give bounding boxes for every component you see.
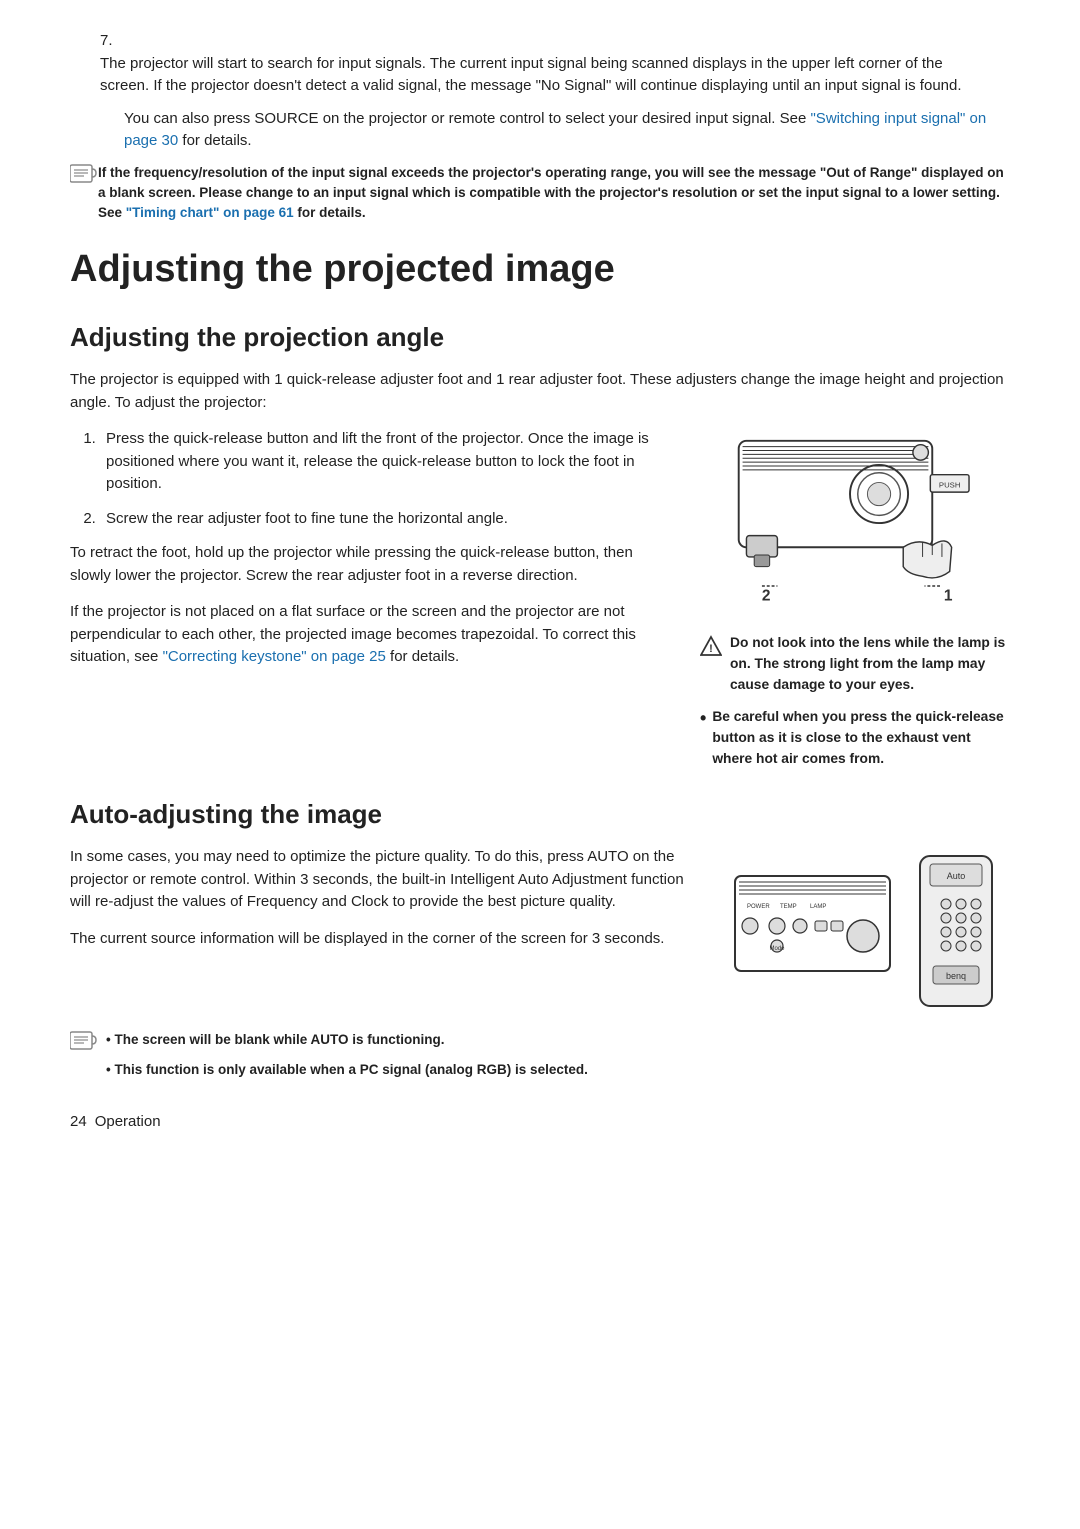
- page-number: 24: [70, 1111, 87, 1134]
- bullet-dot-1: •: [700, 709, 706, 727]
- section2-content: In some cases, you may need to optimize …: [70, 846, 1010, 1016]
- section1-right: PUSH 2 1 !: [700, 428, 1010, 781]
- section2-title: Auto-adjusting the image: [70, 795, 1010, 834]
- section1-left: Press the quick-release button and lift …: [70, 428, 676, 781]
- warning-triangle-icon-1: !: [700, 635, 722, 657]
- steps-list: Press the quick-release button and lift …: [100, 428, 676, 530]
- svg-text:1: 1: [944, 588, 953, 605]
- svg-text:PUSH: PUSH: [939, 481, 961, 490]
- warning-note-box: If the frequency/resolution of the input…: [70, 163, 1010, 224]
- retract-para: To retract the foot, hold up the project…: [70, 542, 676, 587]
- page-title: Adjusting the projected image: [70, 241, 1010, 298]
- section1-content: Press the quick-release button and lift …: [70, 428, 1010, 781]
- section1-intro: The projector is equipped with 1 quick-r…: [70, 369, 1010, 414]
- svg-text:POWER: POWER: [747, 904, 770, 910]
- note-corner-icon: [70, 163, 98, 185]
- step1: Press the quick-release button and lift …: [100, 428, 676, 496]
- keystone-link[interactable]: "Correcting keystone" on page 25: [163, 648, 386, 665]
- warning-bullet-2: • Be careful when you press the quick-re…: [700, 707, 1010, 769]
- svg-text:Auto: Auto: [947, 871, 966, 881]
- auto-diagram: POWER TEMP LAMP Mode Auto: [725, 846, 1005, 1016]
- section2: Auto-adjusting the image In some cases, …: [70, 795, 1010, 1080]
- section1-title: Adjusting the projection angle: [70, 318, 1010, 357]
- svg-text:TEMP: TEMP: [780, 904, 797, 910]
- auto-note-bullets: • The screen will be blank while AUTO is…: [70, 1030, 1010, 1080]
- step7-text: The projector will start to search for i…: [100, 53, 982, 98]
- footer-label: Operation: [95, 1111, 161, 1134]
- auto-para1: In some cases, you may need to optimize …: [70, 846, 696, 914]
- section2-left: In some cases, you may need to optimize …: [70, 846, 696, 1016]
- svg-text:!: !: [709, 643, 713, 655]
- step7-number: 7.: [100, 30, 124, 53]
- note-bullet-1: • The screen will be blank while AUTO is…: [70, 1030, 1010, 1052]
- auto-para2: The current source information will be d…: [70, 928, 696, 951]
- step2: Screw the rear adjuster foot to fine tun…: [100, 508, 676, 531]
- page-footer: 24 Operation: [70, 1111, 1010, 1134]
- warning-bullet-1: ! Do not look into the lens while the la…: [700, 633, 1010, 695]
- projector-diagram: PUSH 2 1: [700, 428, 1000, 623]
- note-icon-1: [70, 1030, 98, 1052]
- timing-chart-link[interactable]: "Timing chart" on page 61: [126, 205, 294, 220]
- note-bullet-2: • This function is only available when a…: [70, 1060, 1010, 1080]
- warning-bullets-list: ! Do not look into the lens while the la…: [700, 633, 1010, 781]
- section2-right: POWER TEMP LAMP Mode Auto: [720, 846, 1010, 1016]
- svg-text:LAMP: LAMP: [810, 904, 826, 910]
- svg-text:Mode: Mode: [769, 946, 785, 952]
- keystone-para: If the projector is not placed on a flat…: [70, 601, 676, 669]
- step7-note: You can also press SOURCE on the project…: [124, 108, 1010, 153]
- svg-text:2: 2: [762, 588, 771, 605]
- svg-text:benq: benq: [946, 971, 966, 981]
- warning-note-text: If the frequency/resolution of the input…: [98, 163, 1010, 224]
- step7-item: 7. The projector will start to search fo…: [100, 30, 1010, 98]
